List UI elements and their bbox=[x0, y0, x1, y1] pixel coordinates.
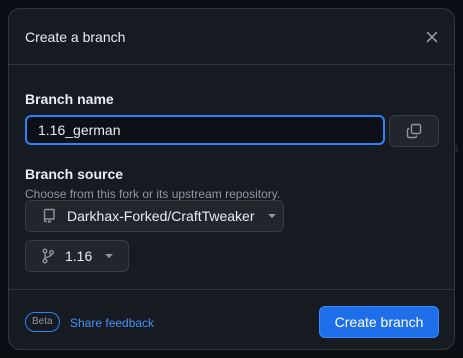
copy-icon bbox=[406, 123, 422, 139]
git-branch-icon bbox=[42, 248, 54, 264]
branch-name-label: Branch name bbox=[25, 91, 114, 107]
create-branch-button[interactable]: Create branch bbox=[319, 306, 439, 338]
branch-ref-select[interactable]: 1.16 bbox=[25, 240, 129, 272]
branch-source-label: Branch source bbox=[25, 166, 124, 182]
copy-button[interactable] bbox=[389, 115, 439, 147]
triangle-down-icon bbox=[104, 253, 114, 259]
branch-ref-select-label: 1.16 bbox=[65, 248, 93, 264]
repo-icon bbox=[42, 208, 56, 224]
branch-source-help-text: Choose from this fork or its upstream re… bbox=[25, 187, 281, 201]
beta-badge: Beta bbox=[25, 312, 60, 332]
dialog-footer: Beta Share feedback Create branch bbox=[9, 289, 454, 349]
repository-select-label: Darkhax-Forked/CraftTweaker bbox=[67, 208, 255, 224]
triangle-down-icon bbox=[267, 213, 277, 219]
dialog-header: Create a branch bbox=[9, 9, 454, 65]
create-branch-dialog: Create a branch Branch name Branch sourc… bbox=[8, 8, 455, 350]
close-icon bbox=[426, 31, 438, 43]
dialog-title: Create a branch bbox=[25, 29, 126, 45]
repository-select[interactable]: Darkhax-Forked/CraftTweaker bbox=[25, 200, 284, 232]
close-button[interactable] bbox=[422, 27, 442, 47]
share-feedback-link[interactable]: Share feedback bbox=[70, 316, 154, 330]
branch-name-input[interactable] bbox=[25, 115, 385, 145]
